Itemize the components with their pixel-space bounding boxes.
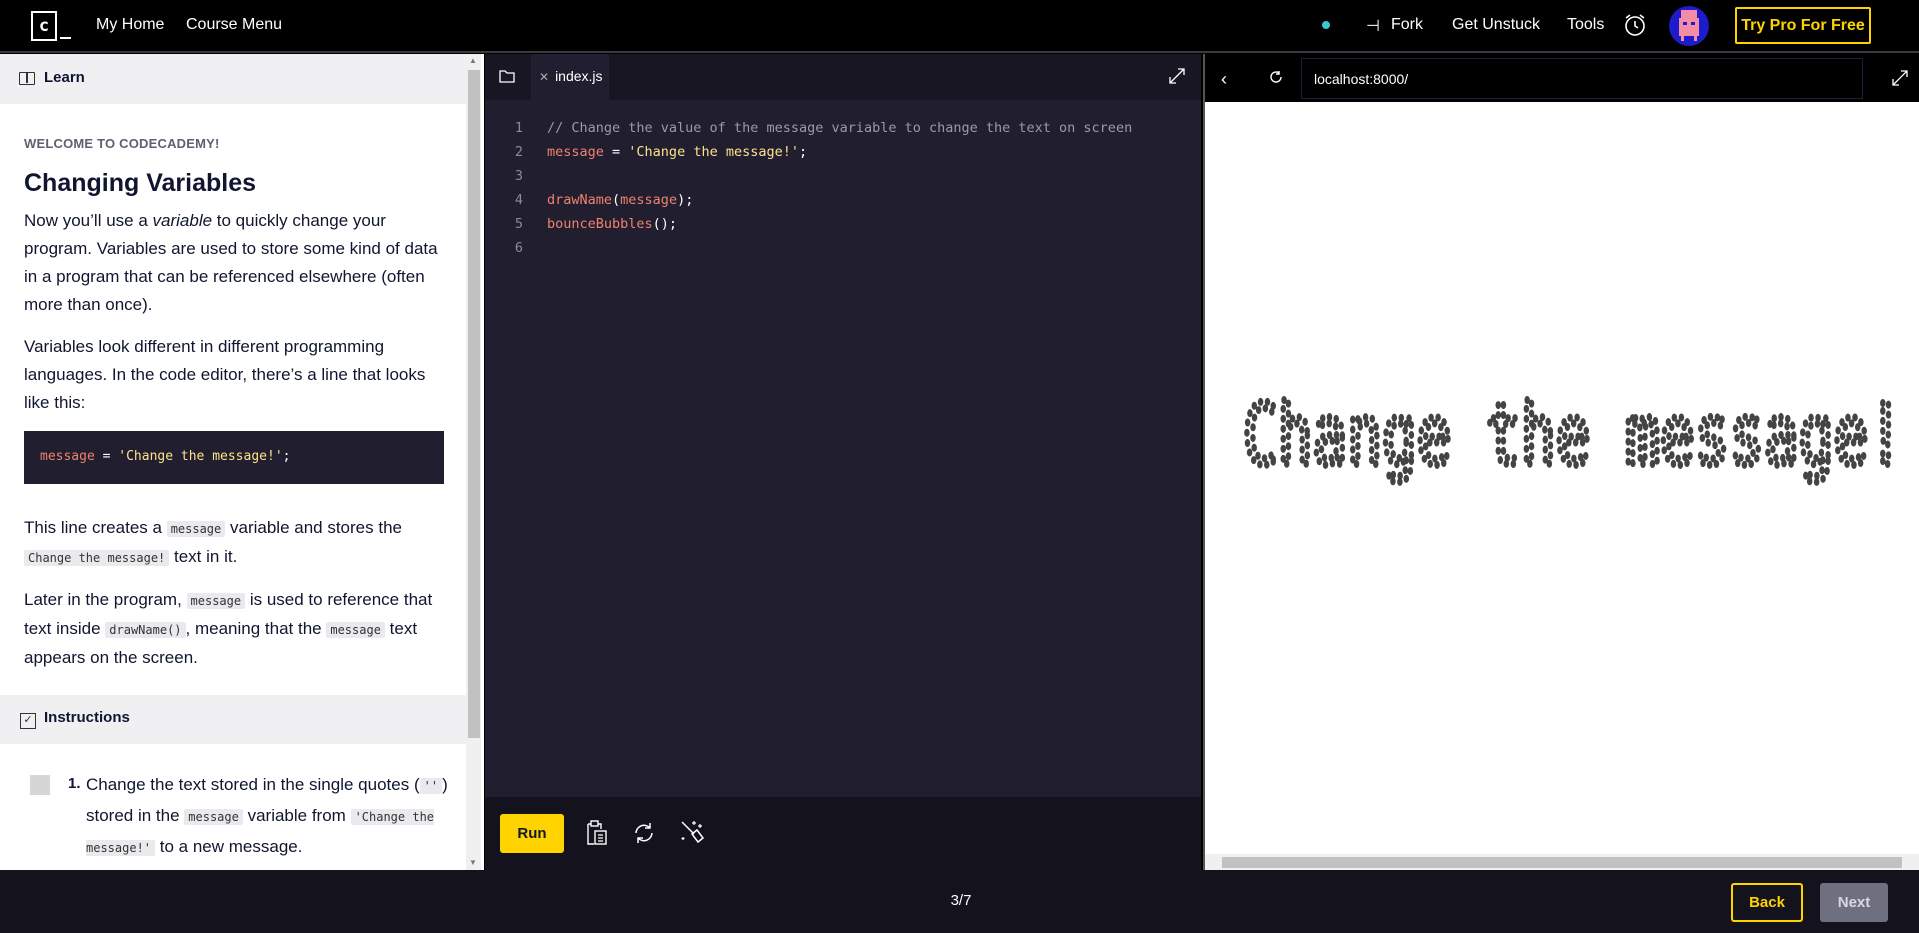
learn-label: Learn [44,69,85,86]
back-arrow-icon[interactable]: ‹ [1221,69,1227,90]
vertical-scrollbar[interactable]: ▲ ▼ [466,54,481,870]
nav-course-menu[interactable]: Course Menu [186,16,282,34]
code-line: 2 message = 'Change the message!'; [514,144,808,160]
status-dot-icon [1322,21,1330,29]
reset-icon[interactable] [632,821,656,845]
scroll-up-icon[interactable]: ▲ [469,56,477,65]
checkbox-icon: ✓ [20,713,36,729]
refresh-icon[interactable] [1269,70,1283,84]
run-button[interactable]: Run [500,814,564,853]
learn-header[interactable]: Learn [0,54,466,104]
paragraph-4: Later in the program, message is used to… [24,590,433,667]
code-line: 4 drawName(message); [514,192,694,208]
copy-clipboard-icon[interactable] [584,819,608,847]
scrollbar-thumb[interactable] [1222,857,1902,868]
close-tab-icon[interactable]: ✕ [539,70,549,84]
task-checkbox[interactable] [30,775,50,795]
tab-index-js[interactable]: ✕ index.js [531,54,609,100]
folder-icon[interactable] [499,69,516,83]
alarm-clock-icon[interactable] [1623,12,1647,38]
code-snippet: message = 'Change the message!'; [24,431,444,484]
expand-preview-icon[interactable] [1891,69,1909,87]
paragraph-1: Now you’ll use a variable to quickly cha… [24,211,438,314]
fork-button[interactable]: Fork [1391,16,1423,34]
codecademy-logo[interactable]: c [31,11,57,41]
next-button[interactable]: Next [1820,883,1888,922]
logo-underscore [60,37,71,39]
code-line: 5 bounceBubbles(); [514,216,678,232]
browser-toolbar: ‹ localhost:8000/ [1205,54,1919,102]
bubble-text: Change the message! [1243,386,1903,484]
paragraph-2: Variables look different in different pr… [24,337,426,412]
instructions-label: Instructions [44,709,130,726]
try-pro-button[interactable]: Try Pro For Free [1735,7,1871,44]
task-number: 1. [68,775,81,792]
clean-broom-icon[interactable] [679,819,705,845]
expand-icon[interactable] [1168,67,1186,85]
editor-tab-bar: ✕ index.js [485,54,1201,100]
fork-icon: ⊣ [1366,18,1380,35]
url-input[interactable]: localhost:8000/ [1301,58,1863,99]
book-icon [19,72,35,85]
code-editor: ✕ index.js 1// Change the value of the me… [485,54,1201,870]
lesson-eyebrow: WELCOME TO CODECADEMY! [24,136,220,151]
lesson-title: Changing Variables [24,169,257,197]
editor-actions: Run [485,797,1201,870]
learn-panel: Learn WELCOME TO CODECADEMY! Changing Va… [0,54,484,870]
avatar[interactable] [1669,6,1709,46]
get-unstuck-button[interactable]: Get Unstuck [1452,16,1540,34]
code-lines[interactable]: 1// Change the value of the message vari… [485,116,1201,260]
lesson-content: WELCOME TO CODECADEMY! Changing Variable… [24,130,444,686]
paragraph-3: This line creates a message variable and… [24,518,402,566]
lesson-footer: 3/7 Back Next [0,870,1919,933]
code-line: 1// Change the value of the message vari… [514,120,1133,136]
browser-preview: ‹ localhost:8000/ Change the message! [1203,54,1919,870]
code-line: 3 [514,168,523,184]
progress-counter: 3/7 [950,892,972,909]
scrollbar-thumb[interactable] [468,70,480,738]
horizontal-scrollbar[interactable] [1205,854,1919,870]
task-text: Change the text stored in the single quo… [86,775,448,856]
code-line: 6 [514,240,523,256]
top-nav: c My Home Course Menu ⊣ Fork Get Unstuck… [0,0,1919,53]
preview-canvas: Change the message! [1239,382,1907,488]
nav-my-home[interactable]: My Home [96,16,164,34]
tools-button[interactable]: Tools [1567,16,1604,34]
back-button[interactable]: Back [1731,883,1803,922]
instructions-header[interactable]: Instructions [0,695,466,744]
scroll-down-icon[interactable]: ▼ [469,858,477,867]
